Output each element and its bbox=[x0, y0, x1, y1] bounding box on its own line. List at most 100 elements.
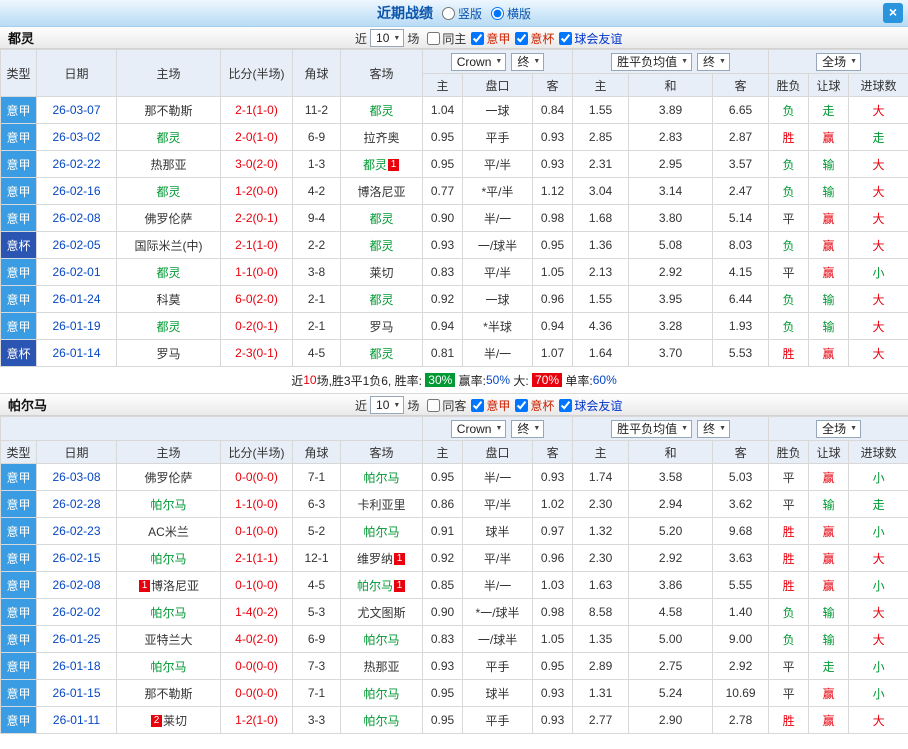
handicap-result-cell: 输 bbox=[808, 490, 850, 518]
filter-option[interactable]: 意甲 bbox=[471, 397, 510, 414]
asia-away-odds: 0.98 bbox=[531, 204, 574, 232]
avg-type-select[interactable]: 胜平负均值 ▼ bbox=[611, 52, 693, 71]
dropdown-group: 胜平负均值 ▼ 终 ▼ bbox=[574, 419, 768, 438]
away-team: 帕尔马 bbox=[339, 679, 424, 707]
away-team: 都灵 1 bbox=[340, 150, 423, 178]
result-cell: 负 bbox=[768, 312, 810, 340]
filter-option[interactable]: 球会友谊 bbox=[559, 30, 622, 47]
filter-option[interactable]: 同主 bbox=[427, 30, 466, 47]
result-cell: 胜 bbox=[768, 544, 810, 572]
avg-final-select[interactable]: 终 ▼ bbox=[697, 52, 730, 71]
horizontal-layout-radio[interactable] bbox=[491, 6, 504, 20]
result-cell: 胜 bbox=[768, 123, 810, 151]
match-league: 意甲 bbox=[0, 625, 37, 653]
avg-away-odds: 3.57 bbox=[712, 150, 770, 178]
team-label: 莱切 bbox=[162, 713, 187, 728]
match-row: 意甲 26-02-01 都灵 1-1(0-0) 3-8 莱切 0.83 平/半 1.05 2.13… bbox=[0, 258, 908, 286]
corner-score: 1-3 bbox=[292, 150, 341, 178]
match-score: 1-4(0-2) bbox=[220, 598, 293, 626]
match-score: 0-0(0-0) bbox=[220, 679, 293, 707]
odds-company-select[interactable]: Crown ▼ bbox=[450, 419, 507, 438]
match-score: 0-2(0-1) bbox=[220, 312, 293, 340]
home-team: 热那亚 bbox=[116, 150, 221, 178]
games-count-select[interactable]: 10 ▼ bbox=[370, 29, 405, 47]
match-score: 1-1(0-0) bbox=[220, 490, 293, 518]
match-score: 2-1(1-0) bbox=[220, 96, 293, 124]
result-cell: 胜 bbox=[768, 706, 810, 734]
match-row: 意甲 26-01-25 亚特兰大 4-0(2-0) 6-9 帕尔马 0.83 一/球半 1.05… bbox=[0, 625, 908, 653]
dropdown-group: Crown ▼ 终 ▼ bbox=[424, 52, 572, 71]
odds-company-select[interactable]: Crown ▼ bbox=[450, 52, 507, 71]
avg-home-odds: 1.36 bbox=[572, 231, 630, 259]
avg-final-select[interactable]: 终 ▼ bbox=[697, 419, 731, 438]
avg-draw-odds: 3.89 bbox=[628, 96, 714, 124]
games-count-select[interactable]: 10 ▼ bbox=[370, 396, 405, 414]
avg-draw-odds: 2.75 bbox=[628, 652, 714, 680]
summary-segment: 70% bbox=[532, 373, 563, 387]
goals-result-cell: 大 bbox=[848, 177, 908, 205]
column-header: 盘口 bbox=[462, 73, 533, 97]
games-count-select-value: 10 bbox=[376, 398, 390, 412]
scope-select-value: 全场 bbox=[822, 422, 847, 436]
vertical-layout-radio[interactable] bbox=[441, 6, 455, 20]
match-date: 26-01-11 bbox=[36, 706, 117, 734]
team-label: 帕尔马 bbox=[357, 578, 394, 593]
column-header: 客 bbox=[712, 73, 770, 97]
caret-down-icon: ▼ bbox=[681, 425, 689, 432]
asia-away-odds: 0.94 bbox=[531, 312, 574, 340]
odds-final-select[interactable]: 终 ▼ bbox=[511, 419, 545, 438]
summary-segment: 单率: bbox=[562, 373, 593, 388]
filter-checkbox[interactable] bbox=[427, 398, 441, 412]
summary-segment: 近 bbox=[291, 373, 304, 388]
team-label: 那不勒斯 bbox=[144, 103, 193, 118]
goals-result-cell: 大 bbox=[848, 339, 908, 367]
filter-option[interactable]: 意杯 bbox=[515, 397, 554, 414]
avg-home-odds: 3.04 bbox=[572, 177, 630, 205]
filter-option[interactable]: 意杯 bbox=[515, 30, 554, 47]
result-cell: 平 bbox=[768, 490, 810, 518]
filter-option[interactable]: 球会友谊 bbox=[559, 397, 622, 414]
asia-handicap: 一球 bbox=[462, 285, 533, 313]
filter-label: 意杯 bbox=[530, 398, 555, 413]
layout-option-vertical[interactable]: 竖版 bbox=[441, 5, 482, 22]
match-score: 0-1(0-0) bbox=[220, 517, 293, 545]
team-label: 帕尔马 bbox=[150, 551, 187, 566]
handicap-result-cell: 输 bbox=[808, 150, 850, 178]
match-score: 1-2(0-0) bbox=[220, 177, 293, 205]
filter-checkbox[interactable] bbox=[515, 31, 529, 45]
column-header: 客 bbox=[531, 73, 574, 97]
team-name: 都灵 bbox=[8, 31, 35, 46]
home-team: 佛罗伦萨 bbox=[116, 463, 221, 491]
summary-segment: 50% bbox=[486, 373, 511, 387]
corner-score: 6-9 bbox=[292, 123, 341, 151]
scope-select[interactable]: 全场 ▼ bbox=[816, 419, 862, 438]
asia-home-odds: 0.90 bbox=[422, 204, 463, 232]
layout-option-horizontal[interactable]: 横版 bbox=[491, 5, 531, 22]
home-team: 亚特兰大 bbox=[116, 625, 221, 653]
filter-checkbox[interactable] bbox=[559, 31, 573, 45]
avg-type-select[interactable]: 胜平负均值 ▼ bbox=[611, 419, 693, 438]
caret-down-icon: ▼ bbox=[495, 58, 503, 65]
close-icon[interactable]: × bbox=[883, 3, 903, 23]
summary-segment: 赢率: bbox=[455, 373, 486, 388]
filter-checkbox[interactable] bbox=[559, 398, 573, 412]
match-league: 意甲 bbox=[0, 652, 37, 680]
match-league: 意甲 bbox=[0, 312, 37, 340]
filter-label: 意杯 bbox=[530, 31, 555, 46]
dropdown-header-cell: 胜平负均值 ▼ 终 ▼ bbox=[572, 49, 770, 74]
scope-select[interactable]: 全场 ▼ bbox=[816, 52, 862, 71]
filter-checkbox[interactable] bbox=[427, 31, 441, 45]
filter-controls: 近 10 ▼ 场同主 意甲 意杯 球会友谊 bbox=[352, 27, 622, 49]
filter-option[interactable]: 同客 bbox=[427, 397, 466, 414]
filter-option[interactable]: 意甲 bbox=[471, 30, 510, 47]
filter-checkbox[interactable] bbox=[515, 398, 529, 412]
filter-checkbox[interactable] bbox=[471, 31, 485, 45]
odds-final-select[interactable]: 终 ▼ bbox=[511, 52, 545, 71]
corner-score: 3-3 bbox=[292, 706, 341, 734]
avg-home-odds: 4.36 bbox=[572, 312, 630, 340]
asia-home-odds: 0.90 bbox=[422, 598, 464, 626]
filter-checkbox[interactable] bbox=[471, 398, 485, 412]
avg-away-odds: 2.92 bbox=[712, 652, 770, 680]
games-label: 场 bbox=[407, 398, 420, 413]
asia-home-odds: 0.93 bbox=[422, 652, 464, 680]
